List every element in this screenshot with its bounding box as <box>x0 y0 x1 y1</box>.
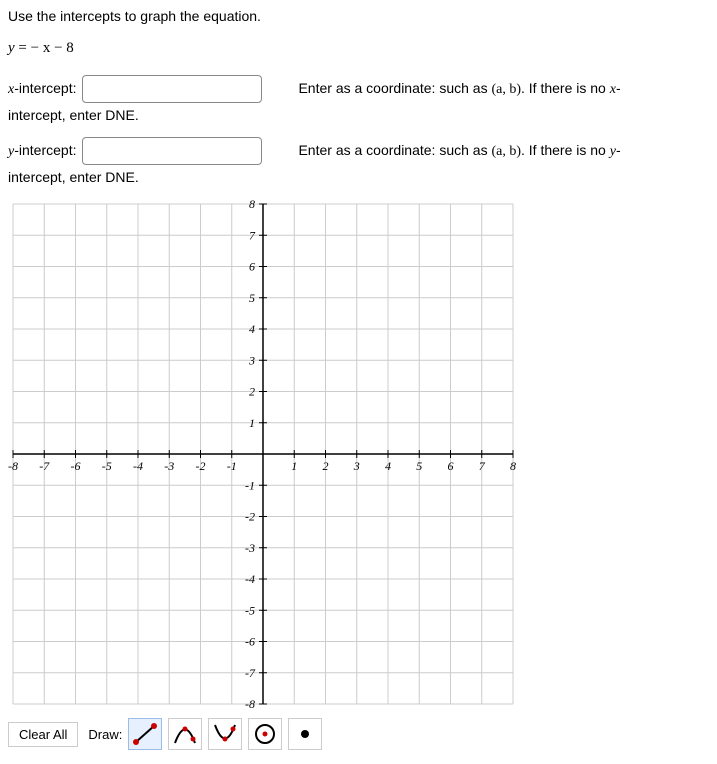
x-tick-label: 2 <box>323 459 329 473</box>
graph-canvas[interactable]: -8 -7 -6 -5 -4 -3 -2 -1 1 2 3 4 5 6 7 8 -8 -7 -6 -5 -4 -3 -2 -1… <box>8 199 518 709</box>
y-tick-label: 3 <box>248 353 255 367</box>
x-intercept-hint: Enter as a coordinate: such as (a, b). I… <box>298 80 620 98</box>
line-tool-icon <box>132 722 158 746</box>
y-tick-label: 1 <box>249 416 255 430</box>
x-intercept-label: x-intercept: <box>8 80 76 98</box>
line-tool-button[interactable] <box>128 718 162 750</box>
x-tick-label: -3 <box>164 459 174 473</box>
x-tick-label: -7 <box>39 459 50 473</box>
y-tick-label: -6 <box>245 635 255 649</box>
y-tick-label: -3 <box>245 541 255 555</box>
curve-down-tool-button[interactable] <box>208 718 242 750</box>
x-intercept-subtext: intercept, enter DNE. <box>8 107 709 123</box>
y-intercept-label: y-intercept: <box>8 142 76 160</box>
curve-up-tool-icon <box>172 722 198 746</box>
prompt-text: Use the intercepts to graph the equation… <box>8 8 709 24</box>
y-intercept-hint: Enter as a coordinate: such as (a, b). I… <box>298 142 620 160</box>
clear-all-button[interactable]: Clear All <box>8 722 78 747</box>
y-tick-label: -4 <box>245 572 255 586</box>
equation-text: y = − x − 8 <box>8 40 709 57</box>
x-tick-label: 4 <box>385 459 391 473</box>
x-tick-label: -6 <box>71 459 81 473</box>
y-intercept-subtext: intercept, enter DNE. <box>8 169 709 185</box>
x-tick-label: 8 <box>510 459 516 473</box>
x-tick-label: 3 <box>353 459 360 473</box>
x-intercept-input[interactable] <box>82 75 262 103</box>
y-tick-label: -7 <box>245 666 256 680</box>
x-tick-label: 5 <box>416 459 422 473</box>
y-tick-label: -8 <box>245 697 255 709</box>
x-tick-label: 1 <box>291 459 297 473</box>
point-tool-icon <box>292 722 318 746</box>
circle-tool-button[interactable] <box>248 718 282 750</box>
y-tick-label: 7 <box>249 228 256 242</box>
x-tick-label: -5 <box>102 459 112 473</box>
y-tick-label: 4 <box>249 322 255 336</box>
curve-down-tool-icon <box>212 722 238 746</box>
x-tick-label: -4 <box>133 459 143 473</box>
x-tick-label: 6 <box>448 459 454 473</box>
curve-up-tool-button[interactable] <box>168 718 202 750</box>
y-tick-label: 6 <box>249 260 255 274</box>
point-tool-button[interactable] <box>288 718 322 750</box>
draw-label: Draw: <box>88 727 122 742</box>
x-tick-label: 7 <box>479 459 486 473</box>
x-tick-label: -1 <box>227 459 237 473</box>
y-tick-label: 8 <box>249 199 255 211</box>
y-tick-label: 5 <box>249 291 255 305</box>
circle-tool-icon <box>252 722 278 746</box>
x-tick-label: -8 <box>8 459 18 473</box>
y-tick-label: -2 <box>245 510 255 524</box>
y-tick-label: 2 <box>249 385 255 399</box>
x-tick-label: -2 <box>196 459 206 473</box>
y-tick-label: -1 <box>245 478 255 492</box>
y-intercept-input[interactable] <box>82 137 262 165</box>
y-tick-label: -5 <box>245 603 255 617</box>
